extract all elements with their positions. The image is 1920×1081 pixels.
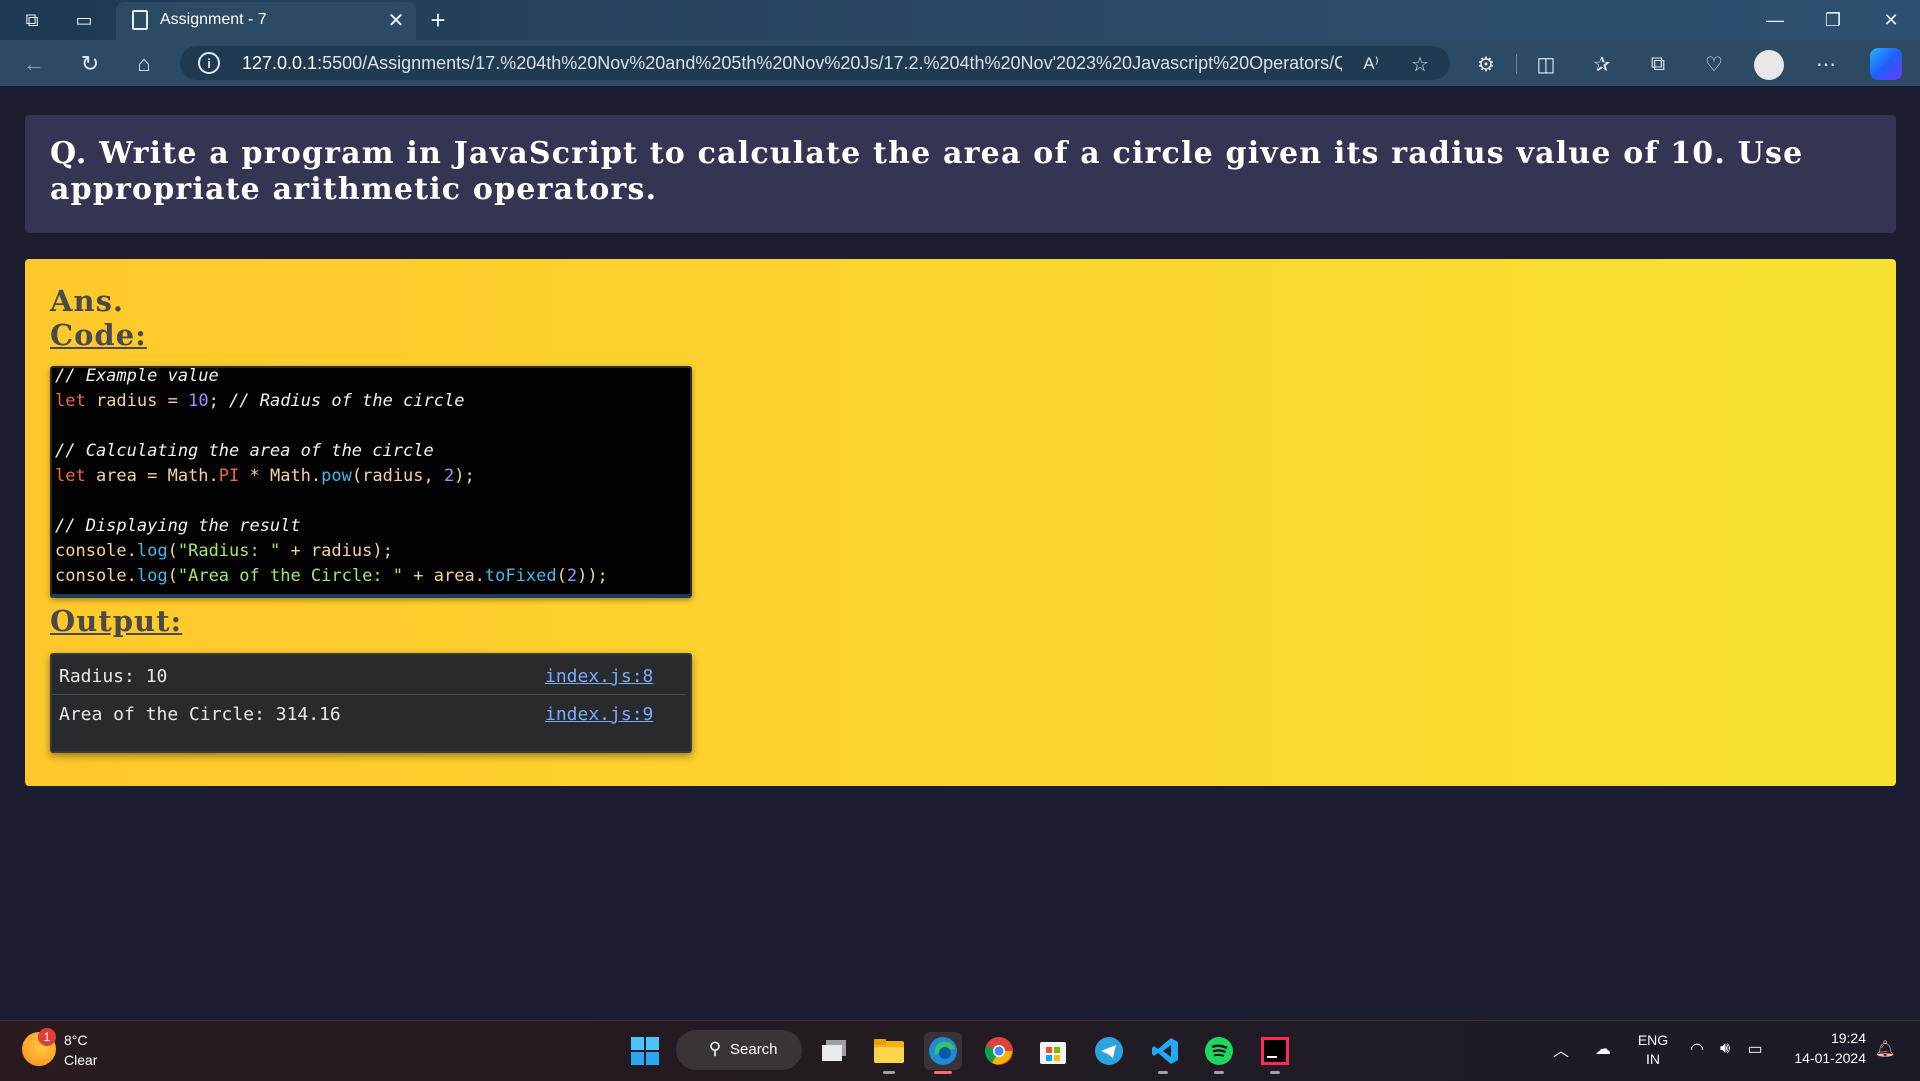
close-window-button[interactable]: ✕ (1862, 0, 1920, 40)
code-label: Code: (50, 318, 147, 352)
home-icon[interactable]: ⌂ (128, 48, 160, 80)
code-function: log (136, 566, 168, 586)
code-token: * Math. (239, 466, 322, 486)
workspaces-icon[interactable]: ⧉ (18, 6, 46, 34)
file-explorer-icon[interactable] (870, 1032, 908, 1070)
code-string: "Area of the Circle: " (177, 566, 404, 586)
favorites-icon[interactable]: ✰ (1586, 48, 1618, 80)
weather-condition[interactable]: Clear (64, 1052, 97, 1068)
onedrive-icon[interactable]: ☁ (1590, 1036, 1616, 1062)
code-token: area = Math. (85, 466, 219, 486)
code-token: radius = (85, 391, 189, 411)
microsoft-store-icon[interactable] (1034, 1032, 1072, 1070)
console-source-link-2[interactable]: index.js:9 (545, 704, 653, 725)
star-icon[interactable]: ☆ (1404, 48, 1436, 80)
chrome-icon[interactable] (980, 1032, 1018, 1070)
tab-actions-icon[interactable]: ▭ (70, 6, 98, 34)
code-comment: // Calculating the area of the circle (55, 441, 434, 461)
code-function: toFixed (484, 566, 557, 586)
code-comment: // Radius of the circle (229, 391, 465, 411)
chevron-up-icon[interactable]: ︿ (1548, 1036, 1574, 1062)
telegram-icon[interactable] (1090, 1032, 1128, 1070)
code-token: console. (55, 541, 137, 561)
intellij-icon[interactable] (1256, 1032, 1294, 1070)
spotify-icon[interactable] (1200, 1032, 1238, 1070)
code-token: PI (218, 466, 240, 486)
code-comment: // Displaying the result (55, 516, 301, 536)
edge-browser-icon[interactable] (924, 1032, 962, 1070)
volume-icon[interactable]: 🔊︎ (1712, 1036, 1738, 1062)
code-token: )); (577, 566, 608, 586)
code-token: ( (167, 541, 178, 561)
running-indicator (883, 1071, 895, 1074)
read-aloud-icon[interactable]: A⁾ (1355, 48, 1387, 80)
code-string: "Radius: " (177, 541, 281, 561)
code-number: 2 (444, 466, 455, 486)
console-divider (52, 694, 686, 695)
console-source-link-1[interactable]: index.js:8 (545, 666, 653, 687)
url-host: 127.0.0.1 (242, 53, 318, 73)
running-indicator (1214, 1071, 1224, 1074)
back-icon[interactable]: ← (18, 48, 50, 80)
restore-button[interactable]: ❐ (1804, 0, 1862, 40)
profile-avatar[interactable] (1754, 50, 1784, 80)
new-tab-button[interactable]: + (424, 5, 452, 35)
refresh-icon[interactable]: ↻ (74, 48, 106, 80)
region-indicator[interactable]: IN (1636, 1051, 1670, 1067)
output-label: Output: (50, 604, 183, 638)
search-label: Search (730, 1041, 778, 1058)
vscode-icon[interactable] (1146, 1032, 1184, 1070)
page-icon (132, 10, 148, 30)
code-token: ( (167, 566, 178, 586)
code-keyword: let (55, 466, 86, 486)
clock-date[interactable]: 14-01-2024 (1780, 1050, 1866, 1066)
code-number: 10 (188, 391, 209, 411)
code-number: 2 (566, 566, 578, 586)
toolbar-divider (1516, 54, 1517, 74)
console-line-2: Area of the Circle: 314.16 (59, 704, 341, 725)
code-token: ( (556, 566, 567, 586)
collections-icon[interactable]: ⧉ (1642, 48, 1674, 80)
code-function: log (136, 541, 168, 561)
active-indicator (934, 1071, 952, 1074)
battery-icon[interactable]: ▭ (1742, 1036, 1768, 1062)
running-indicator (1158, 1071, 1168, 1074)
wifi-icon[interactable]: ◠ (1684, 1036, 1710, 1062)
weather-badge: 1 (38, 1028, 56, 1046)
running-indicator (1270, 1071, 1280, 1074)
split-screen-icon[interactable]: ◫ (1530, 48, 1562, 80)
task-view-icon[interactable] (816, 1032, 854, 1070)
more-icon[interactable]: ⋯ (1810, 48, 1842, 80)
code-token: ; (208, 391, 230, 411)
answer-label: Ans. (50, 284, 125, 318)
question-heading: Q. Write a program in JavaScript to calc… (50, 136, 1804, 207)
copilot-icon[interactable] (1870, 48, 1902, 80)
browser-essentials-icon[interactable]: ♡ (1698, 48, 1730, 80)
notification-bell-icon[interactable]: 🔔︎ (1872, 1036, 1898, 1062)
weather-temperature[interactable]: 8°C (64, 1032, 88, 1048)
clock-time[interactable]: 19:24 (1780, 1030, 1866, 1046)
minimize-button[interactable]: — (1746, 0, 1804, 40)
language-indicator[interactable]: ENG (1636, 1032, 1670, 1048)
code-function: pow (321, 466, 352, 486)
code-keyword: let (55, 391, 86, 411)
url-text[interactable]: 127.0.0.1:5500/Assignments/17.%204th%20N… (242, 53, 1342, 74)
code-text: // Example value let radius = 10; // Rad… (55, 364, 608, 589)
code-token: ); (454, 466, 475, 486)
tab-title: Assignment - 7 (160, 11, 267, 28)
code-token: + radius); (280, 541, 393, 561)
url-path: :5500/Assignments/17.%204th%20Nov%20and%… (317, 53, 1342, 73)
site-info-icon[interactable]: i (198, 52, 220, 74)
windows-start-icon[interactable] (626, 1032, 664, 1070)
code-token: + area. (403, 566, 485, 586)
extensions-icon[interactable]: ⚙ (1470, 48, 1502, 80)
code-token: console. (55, 566, 137, 586)
tab-close-icon[interactable]: ✕ (384, 6, 408, 34)
code-comment: // Example value (55, 366, 219, 386)
console-line-1: Radius: 10 (59, 666, 168, 687)
search-icon: ⚲ (708, 1039, 722, 1058)
code-token: (radius, (351, 466, 444, 486)
